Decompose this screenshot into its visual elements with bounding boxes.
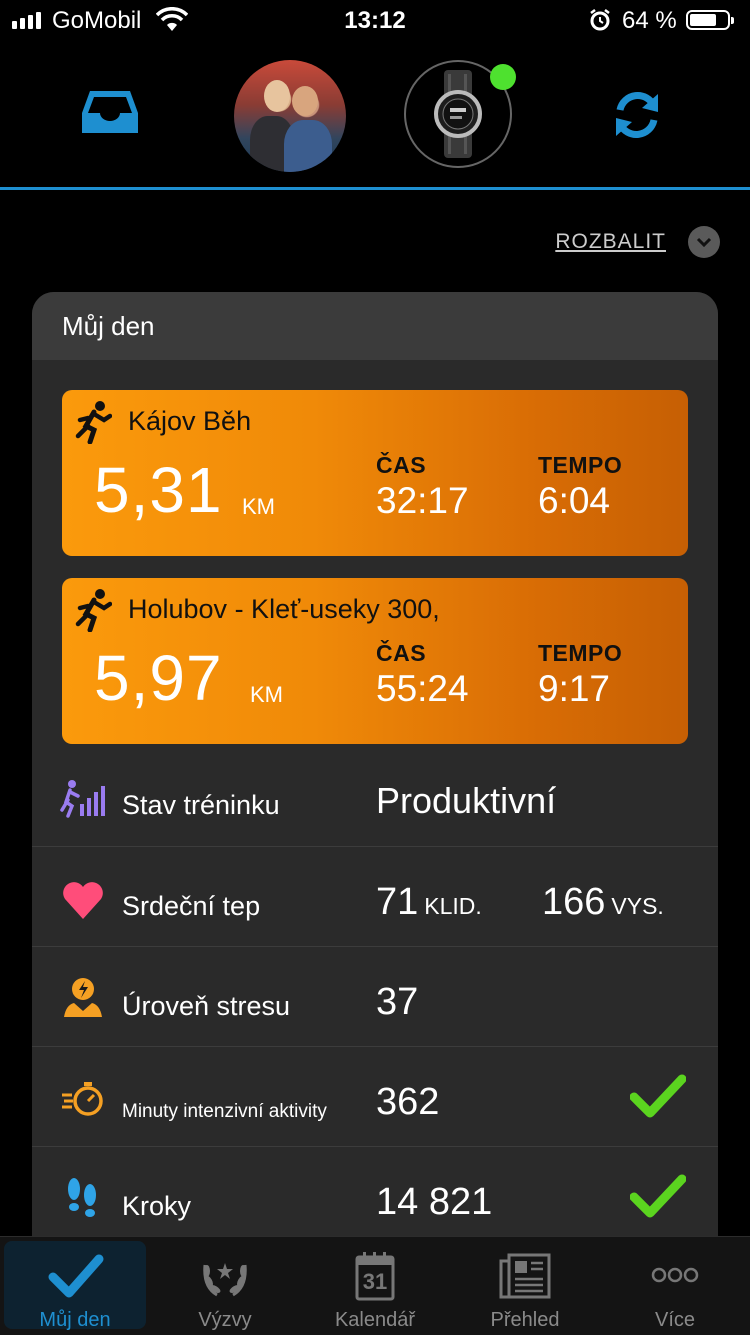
battery-percent: 64 % <box>622 7 677 34</box>
intensity-minutes-value: 362 <box>376 1081 440 1123</box>
activity-card[interactable]: Kájov Běh 5,31 KM ČAS 32:17 TEMPO 6:04 <box>62 390 688 556</box>
distance-unit: KM <box>250 682 283 707</box>
pace-value: 6:04 <box>538 480 611 521</box>
pace-value: 9:17 <box>538 668 611 709</box>
running-icon <box>75 589 112 632</box>
training-status-icon <box>60 780 105 818</box>
top-bar <box>0 42 750 190</box>
pace-label: TEMPO <box>538 452 623 478</box>
expand-toggle[interactable]: ROZBALIT <box>555 226 720 258</box>
goal-check-icon <box>630 1074 686 1118</box>
tab-label: Přehled <box>490 1309 560 1331</box>
tab-challenges[interactable]: Výzvy <box>150 1237 300 1335</box>
status-bar: GoMobil 13:12 64 % <box>0 0 750 42</box>
expand-label: ROZBALIT <box>555 230 666 253</box>
running-icon <box>75 401 112 444</box>
stress-label: Úroveň stresu <box>122 991 291 1021</box>
my-day-card: Můj den Kájov Běh 5,31 KM ČAS 32:17 TEMP… <box>32 292 718 1242</box>
tab-label: Více <box>654 1309 696 1331</box>
training-status-row[interactable]: Stav tréninku Produktivní <box>32 746 718 846</box>
chevron-down-icon <box>688 226 720 258</box>
alarm-icon <box>590 9 610 31</box>
time-label: ČAS <box>376 640 427 666</box>
activity-name: Kájov Běh <box>128 406 252 436</box>
footprints-icon <box>68 1178 96 1217</box>
more-icon <box>651 1267 699 1283</box>
avatar[interactable] <box>234 60 346 172</box>
inbox-icon[interactable] <box>80 87 140 137</box>
tab-label: Kalendář <box>334 1309 416 1331</box>
steps-value: 14 821 <box>376 1181 493 1223</box>
check-icon <box>48 1254 104 1298</box>
stress-row[interactable]: Úroveň stresu 37 <box>32 946 718 1047</box>
sync-icon[interactable] <box>608 86 666 144</box>
time-value: 55:24 <box>376 668 469 709</box>
laurel-icon <box>203 1263 247 1297</box>
device-watch-button[interactable] <box>404 60 516 168</box>
tab-calendar[interactable]: 31 Kalendář <box>300 1237 450 1335</box>
steps-label: Kroky <box>122 1191 192 1221</box>
heart-rate-row[interactable]: Srdeční tep 71 KLID. 166 VYS. <box>32 846 718 947</box>
activity-distance: 5,31 <box>94 454 223 526</box>
resting-hr: 71 KLID. <box>376 881 482 923</box>
calendar-day: 31 <box>362 1269 388 1294</box>
activity-distance: 5,97 <box>94 642 223 714</box>
goal-check-icon <box>630 1174 686 1218</box>
battery-icon <box>686 10 734 30</box>
tab-label: Můj den <box>39 1309 111 1331</box>
training-status-value: Produktivní <box>376 780 557 821</box>
card-header: Můj den <box>32 292 718 360</box>
tab-bar: Můj den Výzvy 31 Kalendář Přehled Více <box>0 1236 750 1335</box>
connected-indicator <box>490 64 516 90</box>
stopwatch-icon <box>62 1082 103 1116</box>
max-hr: 166 VYS. <box>542 881 664 923</box>
activity-name: Holubov - Kleť-useky 300, <box>128 594 440 624</box>
intensity-minutes-row[interactable]: Minuty intenzivní aktivity 362 <box>32 1046 718 1147</box>
steps-row[interactable]: Kroky 14 821 <box>32 1146 718 1242</box>
tab-label: Výzvy <box>198 1309 252 1331</box>
training-status-label: Stav tréninku <box>122 790 280 820</box>
heart-icon <box>63 882 103 919</box>
tab-newsfeed[interactable]: Přehled <box>450 1237 600 1335</box>
intensity-minutes-label: Minuty intenzivní aktivity <box>122 1101 327 1122</box>
distance-unit: KM <box>242 494 275 519</box>
time-label: ČAS <box>376 452 427 478</box>
pace-label: TEMPO <box>538 640 623 666</box>
tab-more[interactable]: Více <box>600 1237 750 1335</box>
newsfeed-icon <box>499 1253 551 1299</box>
stress-icon <box>64 978 102 1017</box>
card-title: Můj den <box>62 310 155 341</box>
heart-rate-label: Srdeční tep <box>122 891 261 921</box>
stress-value: 37 <box>376 981 419 1023</box>
activity-card[interactable]: Holubov - Kleť-useky 300, 5,97 KM ČAS 55… <box>62 578 688 744</box>
tab-my-day[interactable]: Můj den <box>0 1237 150 1335</box>
time-value: 32:17 <box>376 480 469 521</box>
